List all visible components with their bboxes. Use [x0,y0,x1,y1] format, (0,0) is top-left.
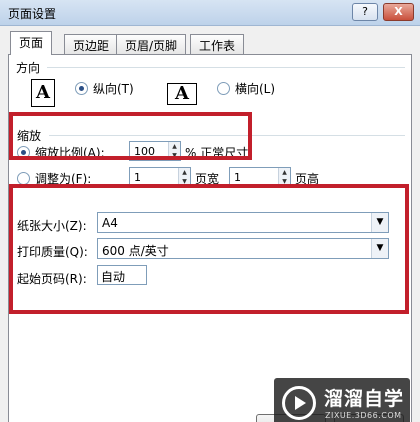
scaling-section-label: 缩放 [17,129,42,143]
portrait-icon: A [31,79,55,107]
scaling-divider [49,135,405,136]
print-quality-select[interactable]: 600 点/英寸 ▼ [97,238,389,259]
tab-page[interactable]: 页面 [10,31,53,55]
fit-tall-label: 页高 [295,172,320,186]
scale-adjust-label[interactable]: 缩放比例(A): [35,144,105,161]
close-button[interactable]: X [383,3,414,21]
watermark-logo: 溜溜自学 ZIXUE.3D66.COM [274,378,410,422]
landscape-radio[interactable] [217,82,230,95]
paper-size-value[interactable]: A4 [102,216,118,230]
fit-wide-value[interactable]: 1 [134,171,141,184]
paper-size-select[interactable]: A4 ▼ [97,212,389,233]
spinner-arrows-icon[interactable]: ▲ ▼ [168,142,180,160]
help-button[interactable]: ? [352,3,378,21]
first-page-value[interactable]: 自动 [101,268,125,285]
landscape-label[interactable]: 横向(L) [235,80,275,97]
scale-adjust-radio[interactable] [17,146,30,159]
spinner-arrows-icon[interactable]: ▲ ▼ [278,168,290,186]
scale-percent-value[interactable]: 100 [134,145,155,158]
fit-wide-label: 页宽 [195,172,220,186]
spinner-arrows-icon[interactable]: ▲ ▼ [178,168,190,186]
print-quality-value[interactable]: 600 点/英寸 [102,242,169,259]
scale-percent-spinner[interactable]: 100 ▲ ▼ [129,141,181,161]
chevron-down-icon[interactable]: ▼ [371,239,388,258]
first-page-label: 起始页码(R): [17,272,87,286]
portrait-label[interactable]: 纵向(T) [93,80,134,97]
tab-panel-page: 方向 A 纵向(T) A 横向(L) 缩放 缩放比例(A): 100 ▲ ▼ % … [8,54,412,422]
watermark-brand: 溜溜自学 [324,388,405,410]
fit-tall-value[interactable]: 1 [234,171,241,184]
watermark-url: ZIXUE.3D66.COM [325,411,402,420]
tab-margins[interactable]: 页边距 [64,34,119,54]
chevron-down-icon[interactable]: ▼ [371,213,388,232]
scale-suffix-label: % 正常尺寸 [185,146,249,160]
page-setup-dialog: 页面 页边距 页眉/页脚 工作表 方向 A 纵向(T) A 横向(L) 缩放 缩… [0,26,420,422]
orientation-divider [47,67,405,68]
portrait-radio[interactable] [75,82,88,95]
paper-size-label: 纸张大小(Z): [17,219,87,233]
fit-tall-spinner[interactable]: 1 ▲ ▼ [229,167,291,187]
title-bar: 页面设置 ? X [0,0,420,26]
first-page-input[interactable]: 自动 [97,265,147,285]
fit-to-radio[interactable] [17,172,30,185]
print-quality-label: 打印质量(Q): [17,245,88,259]
tab-header-footer[interactable]: 页眉/页脚 [116,34,187,54]
window-title: 页面设置 [8,7,57,21]
play-icon [282,386,316,420]
fit-wide-spinner[interactable]: 1 ▲ ▼ [129,167,191,187]
landscape-icon: A [167,83,197,105]
tab-sheet[interactable]: 工作表 [190,34,245,54]
orientation-section-label: 方向 [16,61,41,75]
fit-to-label[interactable]: 调整为(F): [35,170,91,187]
